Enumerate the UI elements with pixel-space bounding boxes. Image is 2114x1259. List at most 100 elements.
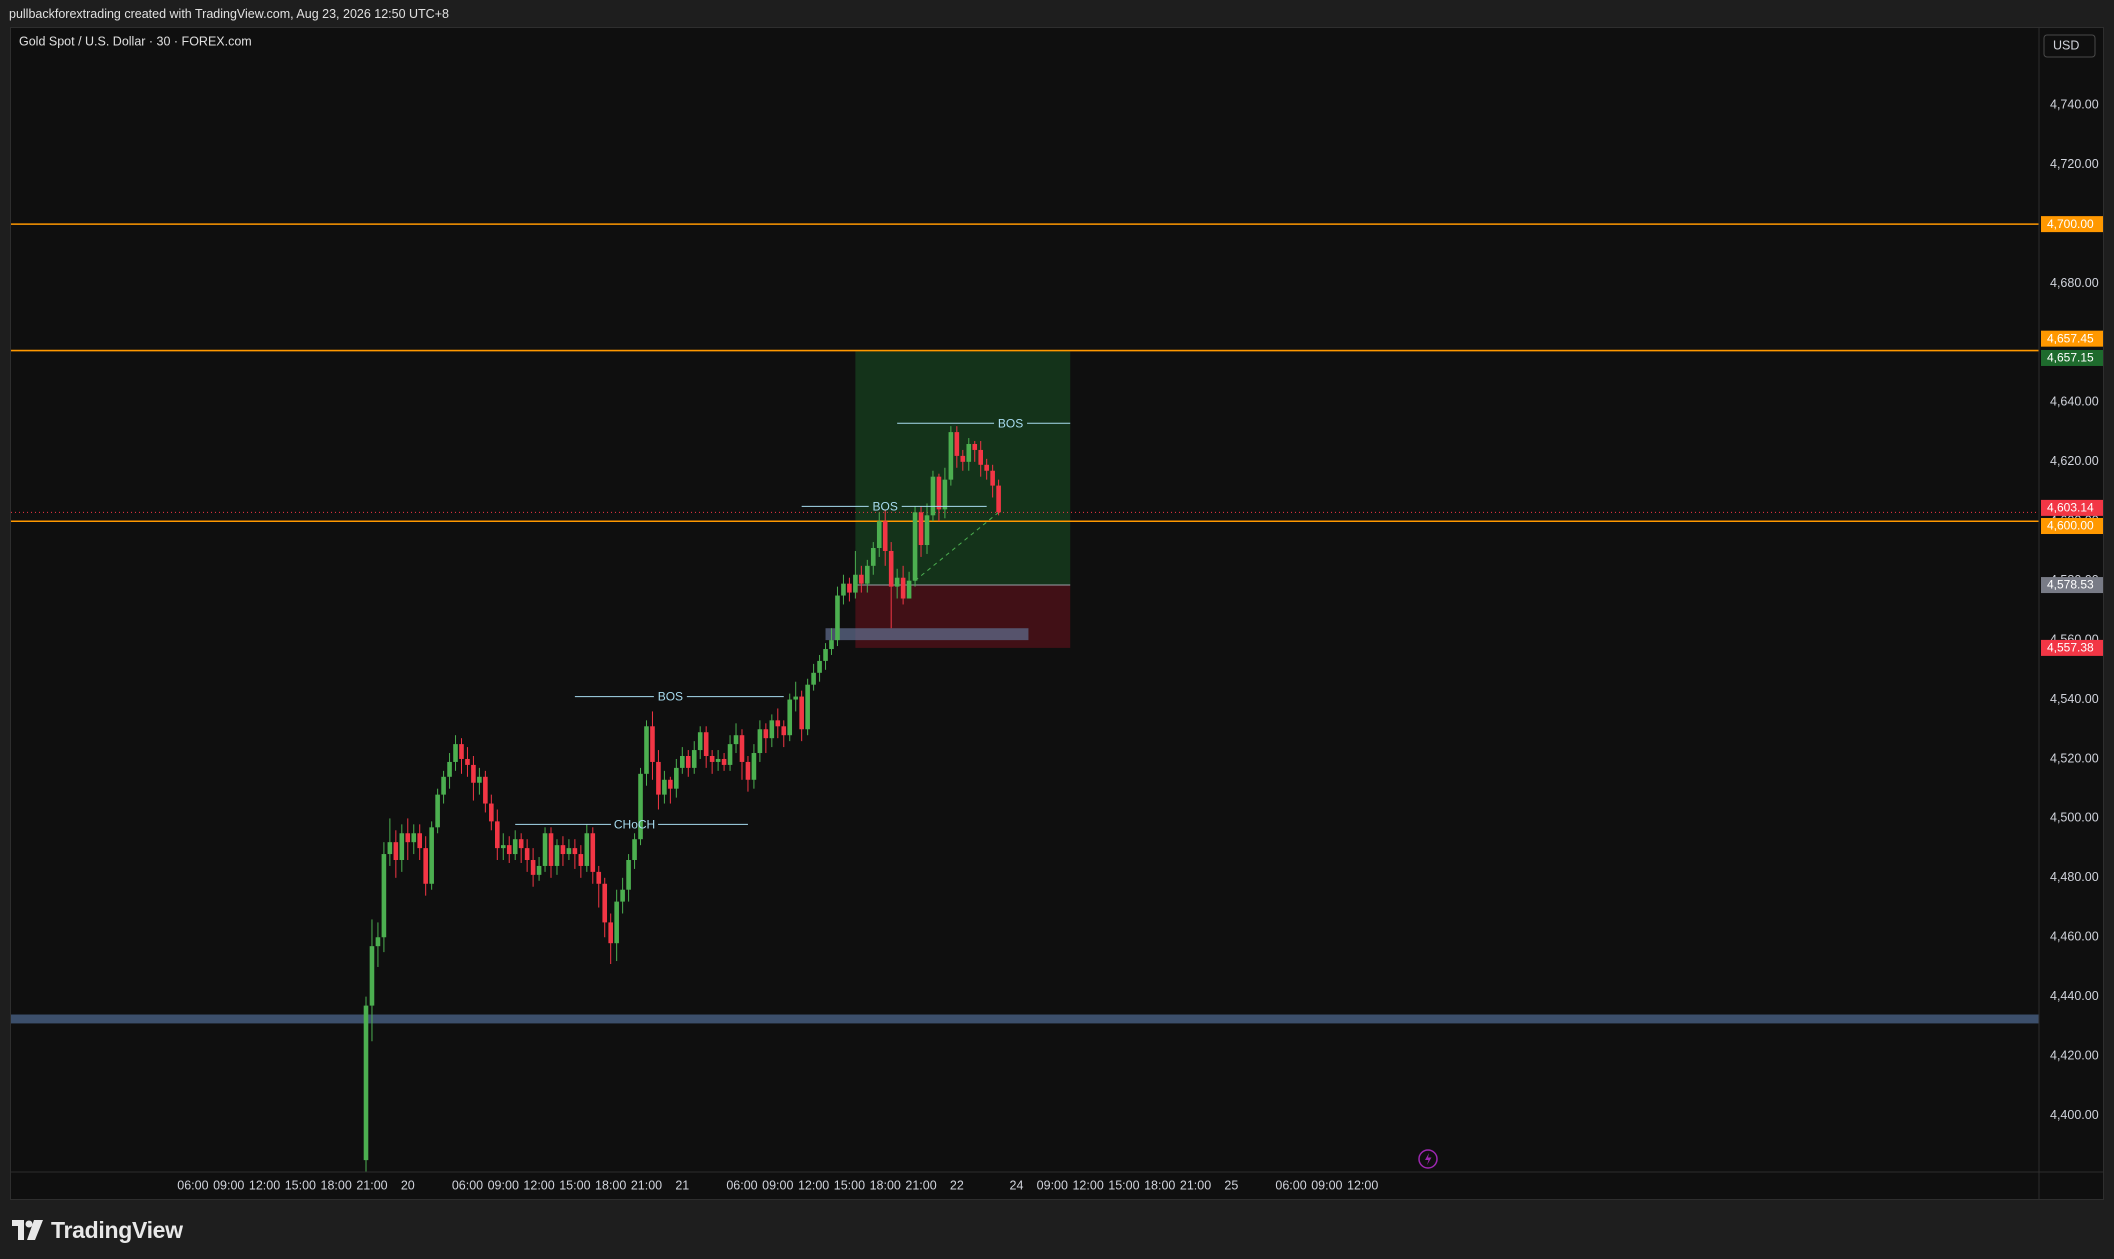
candle-body bbox=[942, 479, 948, 510]
candle-body bbox=[530, 860, 536, 875]
candle-body bbox=[906, 580, 912, 599]
candle-body bbox=[387, 842, 393, 855]
candle-body bbox=[727, 744, 733, 765]
time-tick-label: 12:00 bbox=[798, 1178, 829, 1192]
candle-body bbox=[739, 735, 745, 762]
candle-body bbox=[471, 764, 476, 783]
time-tick-label: 18:00 bbox=[870, 1178, 901, 1192]
time-tick-label: 15:00 bbox=[834, 1178, 865, 1192]
price-tick-label: 4,680.00 bbox=[2050, 276, 2099, 290]
candle-body bbox=[393, 842, 399, 860]
structure-label: CHoCH bbox=[614, 818, 655, 832]
candle-body bbox=[518, 839, 524, 849]
time-tick-label: 09:00 bbox=[1311, 1178, 1342, 1192]
candle-body bbox=[459, 744, 464, 759]
candle-body bbox=[602, 883, 608, 923]
candle-body bbox=[668, 779, 673, 789]
candle-body bbox=[960, 455, 966, 462]
candle-body bbox=[709, 756, 715, 762]
candle-body bbox=[381, 854, 387, 938]
candle-body bbox=[417, 833, 423, 849]
candle-body bbox=[793, 696, 798, 700]
candle-body bbox=[620, 889, 625, 902]
candle-body bbox=[769, 720, 775, 739]
candle-body bbox=[447, 761, 452, 777]
candle-body bbox=[632, 839, 637, 860]
tradingview-icon bbox=[12, 1220, 43, 1240]
structure-label: BOS bbox=[658, 690, 683, 704]
candle-body bbox=[483, 776, 488, 804]
structure-label: BOS bbox=[998, 416, 1023, 430]
candle-body bbox=[870, 548, 876, 566]
candle-body bbox=[966, 444, 972, 462]
candle-body bbox=[775, 720, 781, 727]
candle-body bbox=[441, 776, 446, 795]
candle-body bbox=[596, 871, 602, 884]
candle-body bbox=[650, 726, 655, 762]
chart-panel[interactable]: CHoCH BOS BOS BOS Gold Spot / U.S. Dollar · … bbox=[10, 27, 2104, 1200]
candle-body bbox=[900, 577, 906, 599]
time-tick-label: 24 bbox=[1010, 1178, 1024, 1192]
price-tick-label: 4,620.00 bbox=[2050, 454, 2099, 468]
time-tick-label: 06:00 bbox=[177, 1178, 208, 1192]
candle-body bbox=[799, 696, 804, 730]
candle-body bbox=[978, 449, 984, 465]
candle-body bbox=[590, 833, 596, 872]
time-tick-label: 15:00 bbox=[1108, 1178, 1139, 1192]
candle-body bbox=[429, 827, 434, 884]
candle-body bbox=[656, 761, 661, 795]
time-tick-label: 18:00 bbox=[1144, 1178, 1175, 1192]
candle-body bbox=[572, 848, 578, 855]
candle-body bbox=[829, 640, 834, 650]
price-tag-stop: 4,557.38 bbox=[2047, 641, 2094, 655]
candle-body bbox=[703, 732, 709, 756]
time-tick-label: 22 bbox=[950, 1178, 964, 1192]
currency-label: USD bbox=[2053, 38, 2079, 52]
candlestick-chart[interactable]: CHoCH BOS BOS BOS Gold Spot / U.S. Dollar · … bbox=[11, 28, 2103, 1199]
time-tick-label: 12:00 bbox=[1072, 1178, 1103, 1192]
candle-body bbox=[524, 848, 530, 860]
time-tick-label: 09:00 bbox=[1037, 1178, 1068, 1192]
candle-body bbox=[882, 521, 888, 551]
candle-body bbox=[990, 470, 995, 486]
candle-body bbox=[560, 845, 566, 855]
candle-body bbox=[930, 476, 936, 516]
candle-body bbox=[781, 726, 787, 736]
candle-body bbox=[363, 1005, 369, 1161]
candle-body bbox=[411, 833, 417, 843]
candle-body bbox=[680, 756, 685, 768]
candle-body bbox=[614, 901, 619, 944]
candle-body bbox=[954, 432, 960, 456]
time-tick-label: 21:00 bbox=[631, 1178, 662, 1192]
candle-body bbox=[578, 854, 584, 866]
lightning-icon-glyph bbox=[1425, 1153, 1432, 1165]
time-tick-label: 12:00 bbox=[523, 1178, 554, 1192]
candle-body bbox=[608, 922, 613, 944]
candle-body bbox=[691, 750, 697, 768]
candle-body bbox=[912, 512, 918, 581]
time-tick-label: 20 bbox=[401, 1178, 415, 1192]
price-tick-label: 4,500.00 bbox=[2050, 811, 2099, 825]
candle-body bbox=[757, 729, 763, 754]
candle-body bbox=[494, 821, 500, 849]
candle-body bbox=[554, 845, 560, 866]
time-tick-label: 15:00 bbox=[285, 1178, 316, 1192]
candle-body bbox=[369, 946, 375, 1006]
support-band bbox=[11, 1014, 2039, 1024]
time-tick-label: 21:00 bbox=[905, 1178, 936, 1192]
candle-body bbox=[888, 550, 894, 587]
time-tick-label: 06:00 bbox=[1275, 1178, 1306, 1192]
attribution-text: pullbackforextrading created with Tradin… bbox=[9, 7, 449, 21]
tradingview-logo[interactable]: TradingView bbox=[12, 1215, 183, 1245]
candle-body bbox=[375, 937, 381, 947]
candle-body bbox=[715, 758, 721, 762]
candle-body bbox=[697, 732, 703, 751]
candle-body bbox=[644, 726, 649, 774]
candle-body bbox=[984, 464, 989, 471]
price-tick-label: 4,460.00 bbox=[2050, 930, 2099, 944]
candle-body bbox=[859, 574, 864, 584]
candle-body bbox=[435, 794, 440, 828]
candle-body bbox=[477, 776, 482, 783]
candle-body bbox=[423, 848, 428, 884]
time-tick-label: 09:00 bbox=[488, 1178, 519, 1192]
